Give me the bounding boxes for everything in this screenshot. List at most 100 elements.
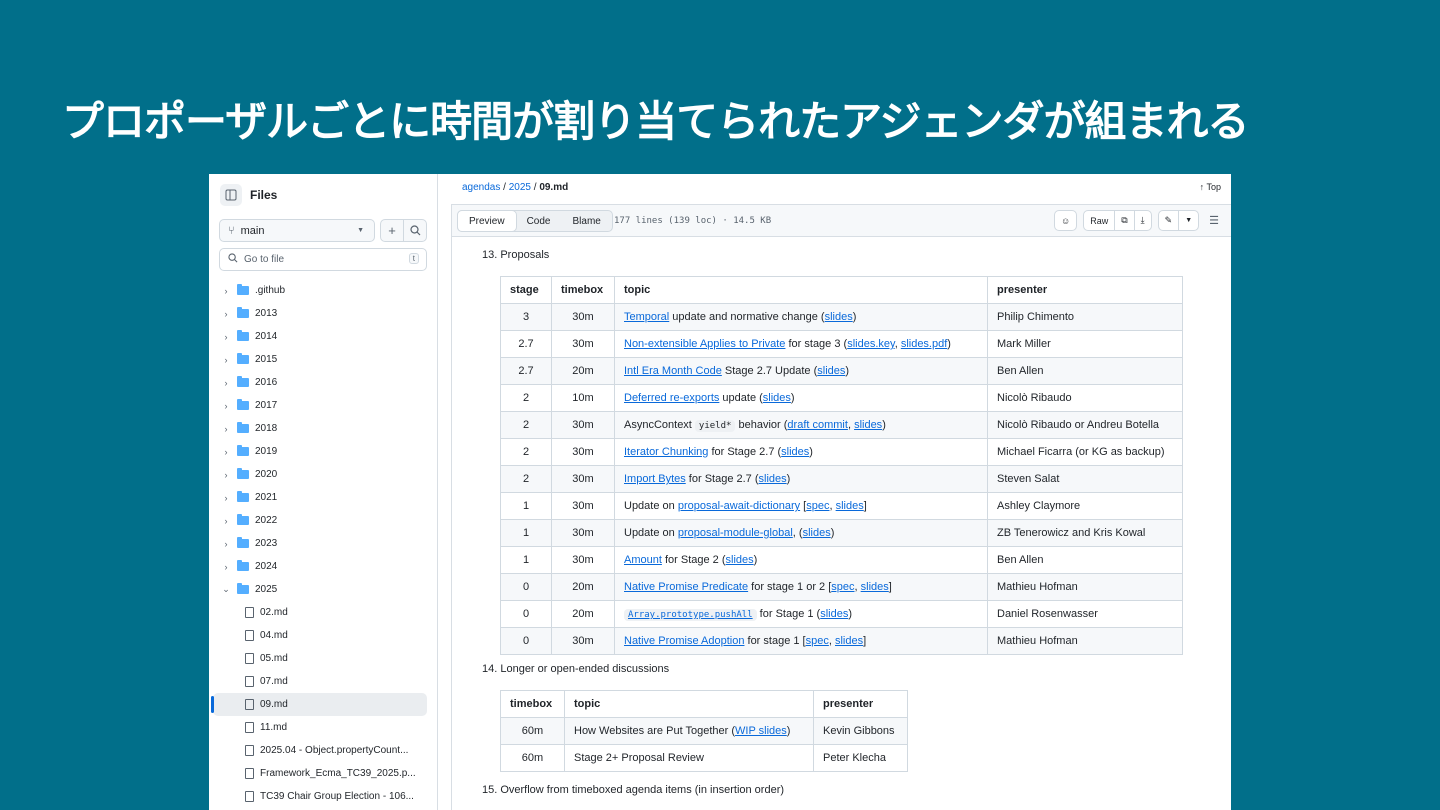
topic-link[interactable]: spec	[806, 635, 829, 647]
tree-file[interactable]: 04.md	[213, 624, 427, 647]
edit-pencil-icon[interactable]: ✎	[1159, 211, 1179, 230]
chevron-right-icon: ›	[224, 308, 228, 319]
tree-folder[interactable]: › 2021	[213, 486, 427, 509]
branch-icon: ⑂	[228, 224, 235, 237]
go-to-file-input[interactable]: Go to file t	[219, 248, 427, 271]
chevron-right-icon: ›	[224, 400, 228, 411]
tree-folder[interactable]: › 2019	[213, 440, 427, 463]
topic-link[interactable]: Temporal	[624, 311, 669, 323]
topic-link[interactable]: proposal-await-dictionary	[678, 500, 800, 512]
topic-text: ]	[863, 500, 867, 512]
topic-link[interactable]: draft commit	[787, 419, 848, 431]
topic-link[interactable]: slides	[759, 473, 787, 485]
topic-link[interactable]: WIP slides	[735, 725, 787, 737]
topic-link[interactable]: Intl Era Month Code	[624, 365, 722, 377]
chevron-right-icon: ›	[224, 377, 228, 388]
topic-cell: Deferred re-exports update (slides)	[614, 384, 988, 412]
tree-folder[interactable]: › 2020	[213, 463, 427, 486]
topic-link[interactable]: Non-extensible Applies to Private	[624, 338, 785, 350]
tree-file[interactable]: Framework_Ecma_TC39_2025.p...	[213, 762, 427, 785]
folder-icon	[237, 537, 249, 548]
chevron-right-icon: ›	[224, 423, 228, 434]
tree-file[interactable]: 11.md	[213, 716, 427, 739]
topic-text: for Stage 1 (	[756, 608, 821, 620]
tree-file[interactable]: 07.md	[213, 670, 427, 693]
top-button[interactable]: ↑ Top	[1200, 182, 1221, 192]
file-name: 09.md	[260, 699, 288, 710]
topic-link[interactable]: Deferred re-exports	[624, 392, 719, 404]
tree-folder[interactable]: › 2018	[213, 417, 427, 440]
collapse-sidebar-icon[interactable]	[220, 184, 242, 206]
tab-code[interactable]: Code	[516, 211, 562, 231]
topic-link[interactable]: slides	[817, 365, 845, 377]
topic-link[interactable]: slides	[820, 608, 848, 620]
topic-link[interactable]: Native Promise Adoption	[624, 635, 744, 647]
tree-file[interactable]: 05.md	[213, 647, 427, 670]
file-name: 07.md	[260, 676, 288, 687]
topic-link[interactable]: slides	[726, 554, 754, 566]
column-header: timebox	[500, 690, 565, 718]
tree-folder[interactable]: › 2016	[213, 371, 427, 394]
outline-list-icon[interactable]: ☰	[1205, 214, 1223, 227]
topic-link[interactable]: slides.pdf	[901, 338, 947, 350]
topic-text: )	[947, 338, 951, 350]
tree-folder[interactable]: › 2014	[213, 325, 427, 348]
topic-link[interactable]: slides	[835, 635, 863, 647]
presenter-cell: Ben Allen	[987, 546, 1183, 574]
tree-folder[interactable]: › 2015	[213, 348, 427, 371]
topic-link[interactable]: slides	[854, 419, 882, 431]
table-row: 60m How Websites are Put Together (WIP sl…	[500, 717, 908, 745]
tree-file[interactable]: TC39 Chair Group Election - 106...	[213, 785, 427, 808]
tree-folder[interactable]: › 2023	[213, 532, 427, 555]
topic-link[interactable]: slides	[803, 527, 831, 539]
chevron-down-icon[interactable]: ▼	[1178, 211, 1198, 230]
tree-folder[interactable]: › 2022	[213, 509, 427, 532]
copy-icon[interactable]: ⧉	[1114, 211, 1133, 230]
shortcut-key: t	[408, 253, 419, 264]
table-row: 2.7 30m Non-extensible Applies to Private …	[500, 330, 1183, 358]
branch-name: main	[240, 224, 265, 237]
topic-link[interactable]: slides	[836, 500, 864, 512]
tree-folder-open[interactable]: ⌄ 2025	[213, 578, 427, 601]
breadcrumb-agendas[interactable]: agendas	[462, 182, 500, 193]
topic-link[interactable]: Iterator Chunking	[624, 446, 708, 458]
markdown-preview: 13. Proposals stage timebox topic presenter…	[451, 237, 1231, 810]
topic-link[interactable]: Amount	[624, 554, 662, 566]
raw-button[interactable]: Raw	[1084, 211, 1114, 230]
topic-text: )	[848, 608, 853, 620]
table-row: 2 10m Deferred re-exports update (slides) N…	[500, 384, 1183, 412]
tab-blame[interactable]: Blame	[561, 211, 611, 231]
tree-file[interactable]: 2025.04 - Object.propertyCount...	[213, 739, 427, 762]
add-file-button[interactable]: +	[381, 220, 403, 241]
topic-link[interactable]: slides	[861, 581, 889, 593]
tab-preview[interactable]: Preview	[457, 210, 517, 232]
stage-cell: 1	[500, 519, 552, 547]
topic-link[interactable]: spec	[831, 581, 854, 593]
tree-file[interactable]: 09.md	[211, 693, 427, 716]
topic-text: for stage 1 [	[744, 635, 806, 647]
download-icon[interactable]: ⤓	[1133, 211, 1151, 230]
topic-link[interactable]: Native Promise Predicate	[624, 581, 748, 593]
presenter-cell: Philip Chimento	[987, 303, 1183, 331]
breadcrumb-2025[interactable]: 2025	[509, 182, 531, 193]
topic-link[interactable]: Import Bytes	[624, 473, 686, 485]
topic-link[interactable]: slides	[763, 392, 791, 404]
tree-folder[interactable]: › 2017	[213, 394, 427, 417]
search-button[interactable]	[403, 220, 426, 241]
tree-folder[interactable]: › .github	[213, 279, 427, 302]
folder-name: 2022	[255, 515, 278, 526]
topic-link[interactable]: slides.key	[847, 338, 894, 350]
table-row: 1 30m Amount for Stage 2 (slides) Ben Allen	[500, 546, 1183, 574]
topic-link[interactable]: slides	[781, 446, 809, 458]
folder-open-icon	[237, 583, 249, 594]
topic-link[interactable]: proposal-module-global	[678, 527, 793, 539]
tree-folder[interactable]: › 2013	[213, 302, 427, 325]
branch-selector[interactable]: ⑂ main ▼	[219, 219, 375, 242]
topic-link[interactable]: Array.prototype.pushAll	[624, 608, 757, 621]
tree-folder[interactable]: › 2024	[213, 555, 427, 578]
topic-link[interactable]: spec	[806, 500, 829, 512]
copilot-icon[interactable]: ☺	[1055, 211, 1076, 230]
timebox-cell: 30m	[551, 546, 615, 574]
tree-file[interactable]: 02.md	[213, 601, 427, 624]
topic-link[interactable]: slides	[825, 311, 853, 323]
